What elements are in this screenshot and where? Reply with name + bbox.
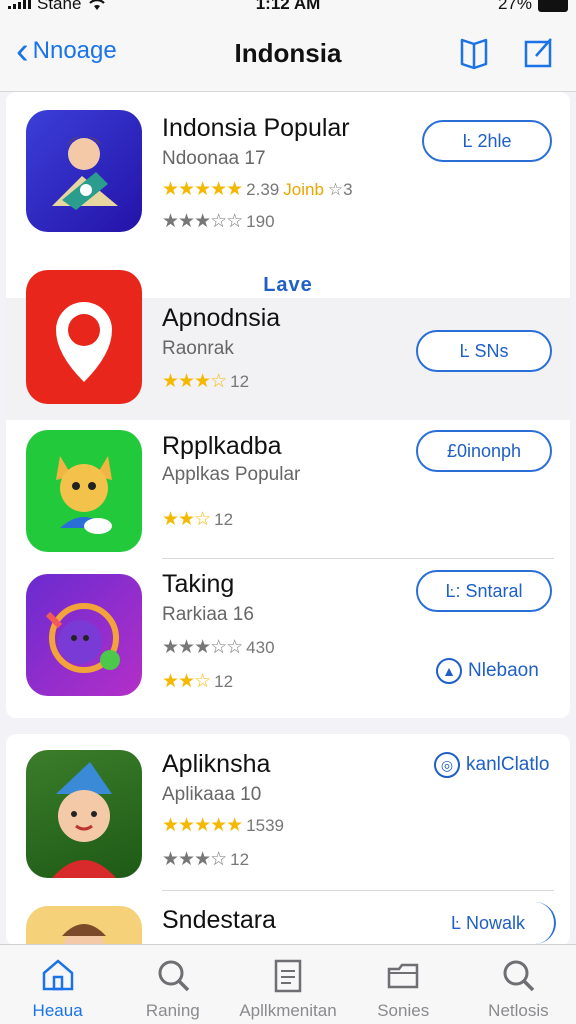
rating-line: ★★★★★ 2.39 Joinb ☆3 bbox=[162, 178, 353, 201]
tab-netlosis[interactable]: Netlosis bbox=[461, 945, 576, 1024]
app-row[interactable]: Rpplkadba Applkas Popular ★★☆ 12 £0inonp… bbox=[6, 422, 570, 559]
star-rating-icon: ★★☆ bbox=[162, 509, 211, 530]
app-title: Apliknsha bbox=[162, 750, 271, 778]
rating-line-secondary: ★★★☆ 12 bbox=[162, 848, 249, 871]
get-button[interactable]: Ŀ SNs bbox=[416, 330, 552, 372]
app-icon bbox=[26, 270, 142, 404]
rating-count: 190 bbox=[246, 211, 275, 231]
tab-bar: Heaua Raning Apllkmenitan Sonies Netlosi… bbox=[0, 944, 576, 1024]
search-icon bbox=[158, 960, 190, 992]
tab-label: Apllkmenitan bbox=[239, 1001, 337, 1020]
app-icon bbox=[26, 906, 142, 946]
app-subtitle: Ndoonaa 17 bbox=[162, 148, 266, 169]
app-icon bbox=[26, 574, 142, 696]
star-rating-icon: ★★★☆☆ bbox=[162, 211, 243, 232]
status-bar: Stane 1:12 AM 27% bbox=[0, 0, 576, 16]
app-icon bbox=[26, 430, 142, 552]
person-circle-icon: ▲ bbox=[436, 658, 462, 684]
rating-value: 12 bbox=[214, 509, 234, 529]
divider bbox=[162, 558, 554, 559]
tab-applications[interactable]: Apllkmenitan bbox=[230, 945, 345, 1024]
app-row[interactable]: Apnodnsia Raonrak ★★★☆ 12 Ŀ SNs bbox=[6, 266, 570, 422]
rating-count: 12 bbox=[230, 849, 250, 869]
star-rating-icon: ★★★☆ bbox=[162, 849, 227, 870]
get-button[interactable]: Ŀ Nowalk bbox=[422, 902, 556, 944]
get-button[interactable]: £0inonph bbox=[416, 430, 552, 472]
app-title: Sndestara bbox=[162, 906, 276, 934]
app-row[interactable]: Taking Rarkiaa 16 ★★★☆☆ 430 ★★☆ 12 Ŀ: Sn… bbox=[6, 562, 570, 712]
app-subtitle: Aplikaaa 10 bbox=[162, 784, 262, 805]
app-title: Taking bbox=[162, 570, 235, 598]
circle-icon: ◎ bbox=[434, 752, 460, 778]
app-icon bbox=[26, 110, 142, 232]
app-subtitle: Applkas Popular bbox=[162, 464, 301, 485]
rating-line: ★★★☆ 12 bbox=[162, 370, 249, 393]
navigation-bar: ‹ Nnoage Indonsia bbox=[0, 16, 576, 92]
secondary-link[interactable]: ▲ Nlebaon bbox=[436, 658, 539, 684]
rating-value: 2.39 bbox=[246, 179, 280, 199]
rating-extra: Joinb bbox=[283, 179, 324, 199]
rating-line: ★★★★★ 1539 bbox=[162, 814, 284, 837]
app-icon bbox=[26, 750, 142, 878]
rating-tail: ☆3 bbox=[327, 179, 353, 199]
app-list-card-secondary: Apliknsha Aplikaaa 10 ★★★★★ 1539 ★★★☆ 12… bbox=[6, 734, 570, 946]
star-rating-icon: ★★★☆☆ bbox=[162, 637, 243, 658]
rating-line-secondary: ★★★☆☆ 190 bbox=[162, 210, 275, 233]
divider bbox=[162, 890, 554, 891]
rating-line-secondary: ★★☆ 12 bbox=[162, 670, 233, 693]
rating-count: 430 bbox=[246, 637, 275, 657]
rating-line: ★★★☆☆ 430 bbox=[162, 636, 275, 659]
tab-label: Heaua bbox=[32, 1001, 83, 1020]
home-icon bbox=[42, 959, 73, 991]
star-rating-icon: ★★★★★ bbox=[162, 815, 243, 836]
secondary-link[interactable]: ◎ kanlClatlo bbox=[434, 752, 549, 778]
tab-label: Raning bbox=[145, 1001, 200, 1020]
rating-value: 1539 bbox=[246, 815, 284, 835]
app-row[interactable]: Sndestara Ŀ Nowalk bbox=[6, 894, 570, 946]
tab-home[interactable]: Heaua bbox=[0, 945, 115, 1024]
app-title: Apnodnsia bbox=[162, 304, 281, 332]
tab-series[interactable]: Sonies bbox=[346, 945, 461, 1024]
secondary-link-label: kanlClatlo bbox=[466, 754, 550, 775]
tab-label: Netlosis bbox=[488, 1001, 549, 1020]
rating-line: ★★☆ 12 bbox=[162, 508, 233, 531]
star-rating-icon: ★★★☆ bbox=[162, 371, 227, 392]
rating-value: 12 bbox=[214, 671, 234, 691]
app-subtitle: Raonrak bbox=[162, 338, 234, 359]
secondary-link-label: Nlebaon bbox=[468, 660, 539, 681]
battery-icon bbox=[538, 0, 568, 12]
status-time: 1:12 AM bbox=[255, 0, 321, 13]
document-icon bbox=[274, 959, 302, 993]
get-button[interactable]: Ŀ 2hle bbox=[422, 120, 552, 162]
book-icon[interactable] bbox=[458, 34, 490, 70]
app-row[interactable]: Indonsia Popular Ndoonaa 17 ★★★★★ 2.39 J… bbox=[6, 92, 570, 262]
app-title: Rpplkadba bbox=[162, 432, 282, 460]
tab-label: Sonies bbox=[377, 1001, 430, 1020]
folder-icon bbox=[387, 963, 419, 989]
battery-area: 27% bbox=[498, 0, 568, 14]
compose-icon[interactable] bbox=[522, 34, 554, 70]
app-title: Indonsia Popular bbox=[162, 114, 350, 142]
rating-value: 12 bbox=[230, 371, 250, 391]
get-button[interactable]: Ŀ: Sntaral bbox=[416, 570, 552, 612]
app-list-card: Indonsia Popular Ndoonaa 17 ★★★★★ 2.39 J… bbox=[6, 92, 570, 718]
tab-ranking[interactable]: Raning bbox=[115, 945, 230, 1024]
search-icon bbox=[503, 960, 535, 992]
star-rating-icon: ★★☆ bbox=[162, 671, 211, 692]
star-rating-icon: ★★★★★ bbox=[162, 179, 243, 200]
app-row[interactable]: Apliknsha Aplikaaa 10 ★★★★★ 1539 ★★★☆ 12… bbox=[6, 734, 570, 894]
battery-label: 27% bbox=[497, 0, 532, 13]
app-subtitle: Rarkiaa 16 bbox=[162, 604, 254, 625]
